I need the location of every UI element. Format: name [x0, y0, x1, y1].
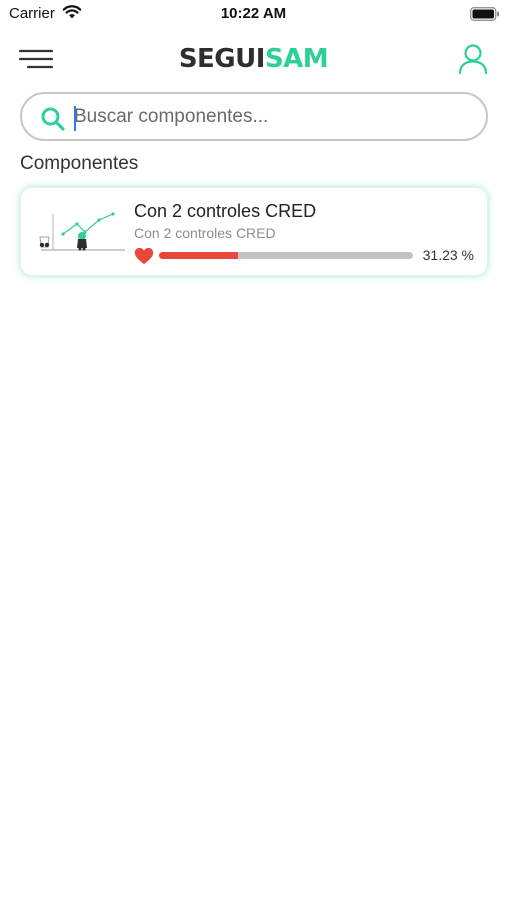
progress-bar-fill	[159, 252, 239, 259]
component-title: Con 2 controles CRED	[134, 201, 317, 221]
heart-icon	[134, 247, 154, 270]
status-bar: Carrier 10:22 AM	[0, 0, 507, 30]
section-title: Componentes	[20, 153, 139, 174]
text-cursor	[74, 106, 76, 131]
logo-text-accent: SAM	[264, 44, 329, 74]
progress-percentage: 31.23 %	[422, 247, 474, 263]
profile-button[interactable]	[456, 42, 490, 76]
logo-text-primary: SEGUI	[178, 44, 266, 74]
growth-chart-illustration	[35, 204, 127, 264]
user-profile-icon	[458, 44, 488, 75]
component-card[interactable]: Con 2 controles CRED Con 2 controles CRE…	[20, 187, 488, 276]
progress-bar	[159, 252, 413, 259]
app-logo: SEGUISAM	[0, 44, 507, 74]
search-bar[interactable]	[20, 92, 488, 141]
component-subtitle: Con 2 controles CRED	[134, 225, 276, 241]
status-time: 10:22 AM	[220, 5, 287, 22]
battery-icon	[470, 7, 500, 26]
search-input[interactable]	[74, 105, 474, 129]
search-icon	[40, 106, 66, 137]
